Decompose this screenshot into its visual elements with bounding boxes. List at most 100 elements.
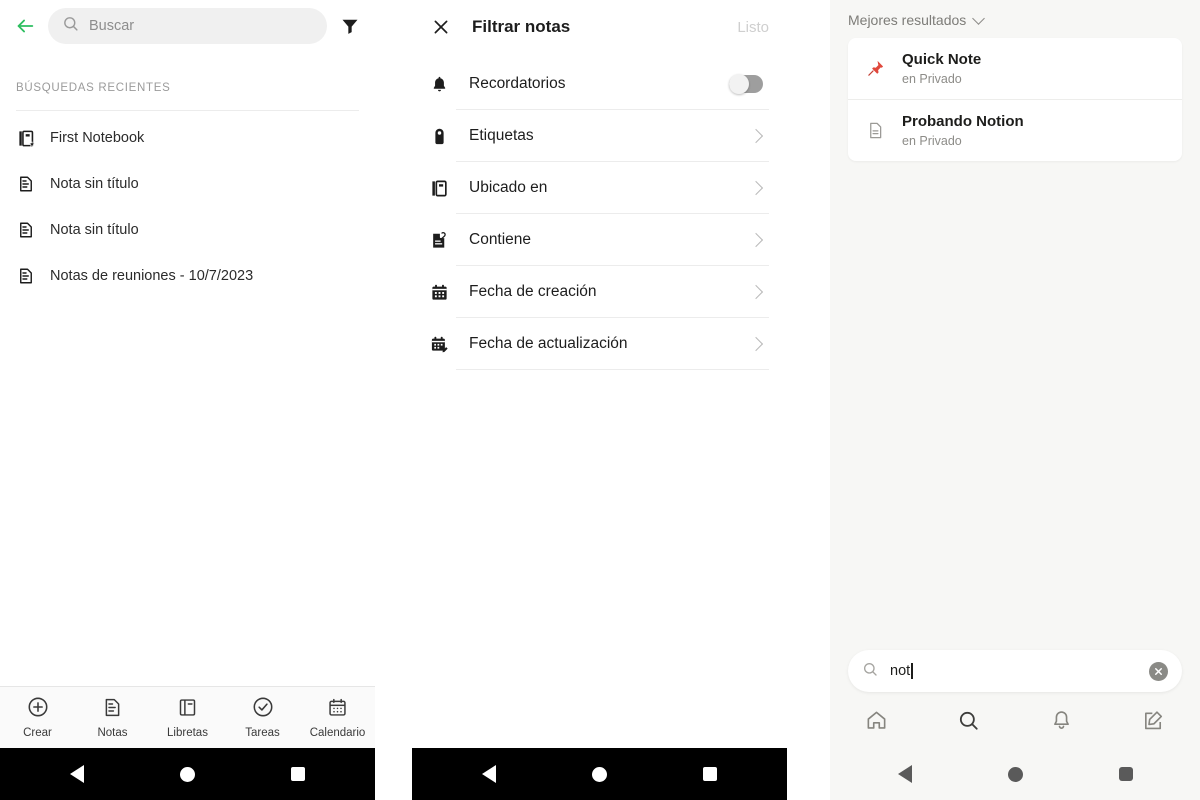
compose-icon[interactable]	[1141, 707, 1167, 733]
note-icon	[16, 220, 36, 240]
android-system-bar	[0, 748, 375, 800]
note-icon	[16, 266, 36, 286]
text-caret	[911, 663, 913, 679]
screenshot-stage: Buscar BÚSQUEDAS RECIENTES First Noteboo…	[0, 0, 1200, 800]
list-item-label: Notas de reuniones - 10/7/2023	[50, 268, 254, 284]
filter-row-fecha-actualizacion[interactable]: Fecha de actualización	[412, 318, 787, 370]
filter-row-label: Fecha de actualización	[469, 334, 628, 352]
list-item[interactable]: Notas de reuniones - 10/7/2023	[0, 253, 375, 299]
notebook-icon	[177, 697, 198, 723]
filter-row-label: Etiquetas	[469, 126, 534, 144]
filter-sheet-header: Filtrar notas Listo	[412, 0, 787, 54]
nav-item-libretas[interactable]: Libretas	[154, 697, 222, 739]
circle-home-icon[interactable]	[180, 766, 195, 782]
android-system-bar	[412, 748, 787, 800]
triangle-back-icon[interactable]	[482, 765, 496, 783]
pushpin-icon	[864, 57, 886, 79]
filter-row-label: Contiene	[469, 230, 532, 248]
search-topbar: Buscar	[0, 0, 375, 52]
recent-searches-heading: BÚSQUEDAS RECIENTES	[16, 82, 171, 94]
note-icon	[102, 697, 123, 723]
plus-circle-icon	[27, 696, 49, 723]
list-item-subtitle: en Privado	[902, 71, 962, 86]
done-button[interactable]: Listo	[737, 19, 769, 36]
notebook-icon	[430, 179, 456, 198]
nav-item-label: Notas	[97, 726, 128, 739]
circle-home-icon[interactable]	[592, 766, 607, 782]
android-system-bar	[830, 748, 1200, 800]
page-title: Filtrar notas	[472, 17, 571, 36]
chevron-right-icon	[748, 128, 764, 143]
list-item[interactable]: Quick Note en Privado	[848, 38, 1182, 99]
bell-icon	[430, 75, 456, 94]
filter-row-fecha-creacion[interactable]: Fecha de creación	[412, 266, 787, 318]
search-input[interactable]: Buscar	[48, 8, 327, 44]
tag-icon	[430, 127, 456, 146]
triangle-back-icon[interactable]	[897, 765, 912, 783]
calendar-icon	[327, 697, 348, 723]
square-recents-icon[interactable]	[291, 767, 305, 781]
nav-item-calendario[interactable]: Calendario	[304, 697, 372, 739]
list-item[interactable]: Probando Notion en Privado	[848, 98, 1182, 161]
reminders-toggle[interactable]	[729, 73, 763, 94]
filter-row-label: Fecha de creación	[469, 282, 597, 300]
square-recents-icon[interactable]	[703, 767, 717, 781]
filter-row-recordatorios[interactable]: Recordatorios	[412, 58, 787, 110]
bell-icon[interactable]	[1048, 707, 1074, 733]
funnel-icon[interactable]	[339, 15, 361, 37]
check-circle-icon	[252, 696, 274, 723]
results-sort-selector[interactable]: Mejores resultados	[830, 0, 1200, 30]
nav-item-label: Calendario	[309, 726, 366, 739]
calendar-icon	[430, 283, 456, 302]
home-icon[interactable]	[863, 707, 889, 733]
list-item[interactable]: Nota sin título	[0, 207, 375, 253]
list-item-label: Nota sin título	[50, 176, 139, 192]
app-bottom-nav	[830, 692, 1200, 748]
search-input-value: not	[890, 663, 911, 679]
list-item-title: Quick Note	[902, 51, 982, 68]
circle-home-icon[interactable]	[1007, 766, 1023, 782]
notebook-star-icon	[16, 128, 36, 148]
search-placeholder: Buscar	[89, 18, 135, 34]
note-icon	[16, 174, 36, 194]
list-item-title: Probando Notion	[902, 112, 1024, 130]
nav-item-label: Crear	[23, 727, 52, 739]
chevron-right-icon	[748, 180, 764, 195]
panel-evernote-search: Buscar BÚSQUEDAS RECIENTES First Noteboo…	[0, 0, 375, 800]
filter-row-ubicado-en[interactable]: Ubicado en	[412, 162, 787, 214]
nav-item-label: Tareas	[245, 727, 280, 739]
clear-button[interactable]	[1149, 661, 1168, 681]
filter-row-label: Ubicado en	[469, 178, 548, 196]
search-icon[interactable]	[956, 707, 982, 733]
chevron-right-icon	[748, 284, 764, 299]
close-icon[interactable]	[430, 16, 452, 38]
nav-item-tareas[interactable]: Tareas	[229, 696, 297, 739]
app-bottom-nav: Crear Notas Libretas Tareas Calendario	[0, 686, 375, 748]
arrow-left-icon[interactable]	[14, 15, 36, 37]
chevron-right-icon	[748, 336, 764, 351]
list-item[interactable]: First Notebook	[0, 115, 375, 161]
filter-row-label: Recordatorios	[469, 74, 566, 92]
filter-list: Recordatorios Etiquetas Ubicado en Conti…	[412, 54, 787, 370]
chevron-right-icon	[748, 232, 764, 247]
filter-row-contiene[interactable]: Contiene	[412, 214, 787, 266]
list-item[interactable]: Nota sin título	[0, 161, 375, 207]
search-icon	[62, 15, 79, 37]
toggle-knob	[729, 73, 749, 94]
list-item-label: First Notebook	[50, 130, 145, 146]
nav-item-label: Libretas	[167, 726, 208, 739]
chevron-down-icon	[972, 12, 986, 25]
list-item-subtitle: en Privado	[902, 133, 962, 148]
nav-item-notas[interactable]: Notas	[79, 697, 147, 739]
recent-searches-list: First Notebook Nota sin título Nota sin …	[0, 111, 375, 299]
document-icon	[864, 119, 886, 141]
triangle-back-icon[interactable]	[70, 765, 84, 783]
panel-filter-notes: Filtrar notas Listo Recordatorios Etique…	[412, 0, 787, 800]
panel-notion-search: Mejores resultados Quick Note en Privado…	[830, 0, 1200, 800]
list-item-label: Nota sin título	[50, 222, 139, 238]
square-recents-icon[interactable]	[1118, 767, 1133, 781]
results-sort-label: Mejores resultados	[848, 12, 967, 28]
filter-row-etiquetas[interactable]: Etiquetas	[412, 110, 787, 162]
nav-item-crear[interactable]: Crear	[4, 696, 72, 739]
search-input[interactable]: not	[848, 650, 1182, 692]
